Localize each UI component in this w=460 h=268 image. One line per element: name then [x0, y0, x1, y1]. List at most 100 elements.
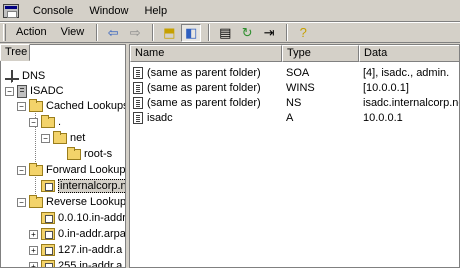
- expand-icon[interactable]: +: [29, 229, 38, 239]
- tree-node-net[interactable]: − net: [41, 130, 86, 145]
- record-data: [10.0.0.1]: [363, 81, 409, 94]
- action-menu[interactable]: Action: [9, 23, 54, 42]
- export-list-button[interactable]: ⇥: [259, 24, 279, 42]
- help-button[interactable]: ?: [293, 24, 313, 42]
- menu-window[interactable]: Window: [81, 1, 136, 21]
- tree-node-dns[interactable]: DNS: [5, 69, 45, 83]
- record-data: isadc.internalcorp.net.: [363, 96, 460, 109]
- tree-node-label: ISADC: [30, 85, 64, 97]
- tree-node-cached-lookups[interactable]: − Cached Lookups: [17, 98, 125, 113]
- tree-node-reverse-zone[interactable]: + 255.in-addr.a: [29, 259, 123, 268]
- server-icon: [17, 84, 27, 98]
- zone-icon: [41, 228, 55, 240]
- collapse-icon[interactable]: −: [41, 133, 50, 143]
- dns-icon: [5, 70, 19, 82]
- toolbar-separator: [208, 24, 211, 41]
- back-arrow-icon: ⇦: [107, 25, 119, 40]
- tree-node-label: 0.0.10.in-addr: [58, 212, 125, 224]
- properties-button[interactable]: ▤: [215, 24, 235, 42]
- column-header-type[interactable]: Type: [282, 45, 359, 62]
- tree-node-reverse-lookup[interactable]: − Reverse Lookup Z: [17, 194, 125, 209]
- tree-node-label: .: [58, 116, 62, 128]
- tab-tree[interactable]: Tree: [0, 44, 30, 61]
- forward-button[interactable]: ⇨: [125, 24, 145, 42]
- record-icon: [133, 96, 143, 109]
- folder-icon: [67, 146, 81, 160]
- folder-icon: [53, 130, 67, 144]
- tree-node-label: 127.in-addr.a: [58, 244, 123, 256]
- properties-icon: ▤: [219, 25, 232, 40]
- record-icon: [133, 111, 143, 124]
- expand-icon[interactable]: +: [29, 245, 38, 255]
- up-one-level-button[interactable]: ⬒: [159, 24, 179, 42]
- tree-node-label: 255.in-addr.a: [58, 260, 123, 268]
- tree-node-label: DNS: [22, 70, 46, 82]
- zone-icon: [41, 212, 55, 224]
- expand-icon[interactable]: +: [29, 261, 38, 267]
- tree-node-internalcorp[interactable]: internalcorp.n: [41, 179, 125, 193]
- record-list-pane[interactable]: Name Type Data (same as parent folder) S…: [129, 44, 460, 268]
- tree-node-root-servers[interactable]: root-s: [67, 146, 113, 161]
- tree-node-label: internalcorp.n: [58, 179, 125, 193]
- tree-node-label: Reverse Lookup Z: [46, 196, 125, 208]
- show-hide-tree-icon: ◧: [185, 25, 198, 40]
- tree-node-label: net: [70, 132, 86, 144]
- up-folder-icon: ⬒: [163, 25, 176, 40]
- record-data: [4], isadc., admin.: [363, 66, 450, 79]
- record-icon: [133, 66, 143, 79]
- show-hide-tree-button[interactable]: ◧: [181, 23, 202, 42]
- tree-pane[interactable]: DNS − ISADC − Cached Lookups − . − net r…: [0, 44, 126, 268]
- menu-bar: Console Window Help: [0, 0, 460, 22]
- tree-node-reverse-zone[interactable]: 0.0.10.in-addr: [41, 211, 125, 225]
- collapse-icon[interactable]: −: [17, 197, 26, 207]
- list-row[interactable]: (same as parent folder) SOA [4], isadc.,…: [130, 65, 459, 80]
- list-header: Name Type Data: [130, 45, 459, 62]
- record-type: NS: [286, 96, 302, 109]
- tree-node-label: Cached Lookups: [46, 100, 125, 112]
- list-row[interactable]: (same as parent folder) NS isadc.interna…: [130, 95, 460, 110]
- tree-node-label: 0.in-addr.arpa: [58, 228, 125, 240]
- folder-icon: [29, 162, 43, 176]
- export-list-icon: ⇥: [263, 25, 275, 40]
- zone-icon: [41, 244, 55, 256]
- collapse-icon[interactable]: −: [29, 117, 38, 127]
- record-name: (same as parent folder): [147, 96, 261, 109]
- record-data: 10.0.0.1: [363, 111, 403, 124]
- tree-node-root-dot[interactable]: − .: [29, 114, 62, 129]
- toolbar-grip[interactable]: [3, 24, 6, 41]
- list-row[interactable]: isadc A 10.0.0.1: [130, 110, 459, 125]
- collapse-icon[interactable]: −: [17, 101, 26, 111]
- collapse-icon[interactable]: −: [17, 165, 26, 175]
- tree-node-reverse-zone[interactable]: + 127.in-addr.a: [29, 243, 122, 257]
- folder-icon: [29, 194, 43, 208]
- tree-node-label: root-s: [84, 148, 113, 160]
- toolbar-separator: [152, 24, 155, 41]
- menu-console[interactable]: Console: [25, 1, 81, 21]
- tree-node-label: Forward Lookup Z: [46, 164, 125, 176]
- forward-arrow-icon: ⇨: [129, 25, 141, 40]
- record-type: WINS: [286, 81, 315, 94]
- help-icon: ?: [299, 25, 307, 40]
- toolbar: Action View ⇦ ⇨ ⬒ ◧ ▤ ↻ ⇥ ?: [0, 22, 460, 43]
- tree-node-reverse-zone[interactable]: + 0.in-addr.arpa: [29, 227, 125, 241]
- record-name: (same as parent folder): [147, 66, 261, 79]
- record-name: (same as parent folder): [147, 81, 261, 94]
- view-menu[interactable]: View: [54, 23, 92, 42]
- menu-help[interactable]: Help: [136, 1, 175, 21]
- tree-node-forward-lookup[interactable]: − Forward Lookup Z: [17, 162, 125, 177]
- column-header-data[interactable]: Data: [359, 45, 459, 62]
- back-button[interactable]: ⇦: [103, 24, 123, 42]
- toolbar-separator: [286, 24, 289, 41]
- tree-view[interactable]: DNS − ISADC − Cached Lookups − . − net r…: [1, 63, 125, 268]
- record-type: A: [286, 111, 294, 124]
- refresh-button[interactable]: ↻: [237, 24, 257, 42]
- record-name: isadc: [147, 111, 173, 124]
- record-icon: [133, 81, 143, 94]
- zone-icon: [41, 180, 55, 192]
- refresh-icon: ↻: [241, 25, 253, 40]
- column-header-name[interactable]: Name: [130, 45, 282, 62]
- collapse-icon[interactable]: −: [5, 86, 14, 96]
- tree-node-isadc[interactable]: − ISADC: [5, 84, 64, 98]
- console-app-icon[interactable]: [3, 3, 19, 18]
- list-row[interactable]: (same as parent folder) WINS [10.0.0.1]: [130, 80, 459, 95]
